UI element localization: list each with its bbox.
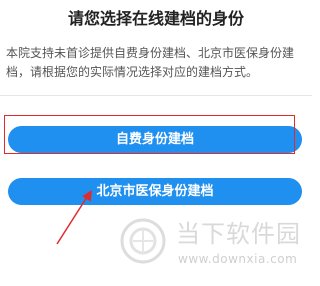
beijing-insurance-registration-button[interactable]: 北京市医保身份建档 xyxy=(8,178,302,205)
description-text: 本院支持未首诊提供自费身份建档、北京市医保身份建档，请根据您的实际情况选择对应的… xyxy=(6,46,295,79)
watermark-name: 当下软件园 xyxy=(176,220,301,248)
watermark-logo-icon xyxy=(120,218,166,264)
divider xyxy=(0,95,312,96)
self-pay-registration-button[interactable]: 自费身份建档 xyxy=(8,126,302,153)
page-title: 请您选择在线建档的身份 xyxy=(67,9,244,28)
watermark: 当下软件园 www.downxia.com xyxy=(120,212,300,278)
watermark-url: www.downxia.com xyxy=(178,252,298,266)
